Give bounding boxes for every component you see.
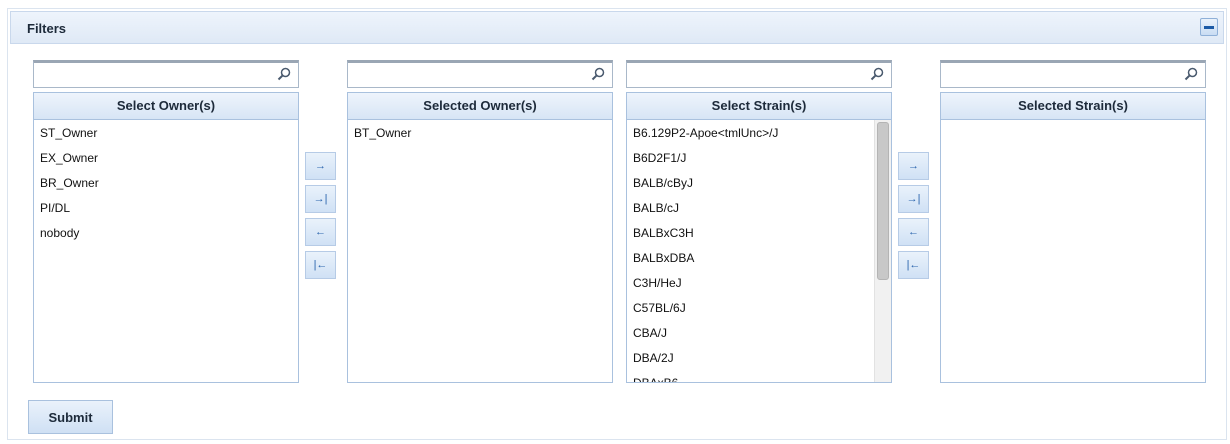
- list-item[interactable]: BT_Owner: [348, 121, 612, 146]
- move-left-button[interactable]: ←: [898, 218, 929, 246]
- scroll-thumb[interactable]: [877, 122, 889, 280]
- move-left-button[interactable]: ←: [305, 218, 336, 246]
- move-right-button[interactable]: →: [305, 152, 336, 180]
- strain-selected-search-input[interactable]: [941, 63, 1189, 86]
- list-item[interactable]: BR_Owner: [34, 171, 298, 196]
- list-item[interactable]: B6D2F1/J: [627, 146, 891, 171]
- list-item[interactable]: CBA/J: [627, 321, 891, 346]
- list-item[interactable]: C3H/HeJ: [627, 271, 891, 296]
- owner-transfer-buttons: → →| ← |←: [305, 152, 337, 284]
- move-all-left-button[interactable]: |←: [305, 251, 336, 279]
- owner-select-list[interactable]: ST_Owner EX_Owner BR_Owner PI/DL nobody: [33, 120, 299, 383]
- strain-selected-header: Selected Strain(s): [940, 92, 1206, 120]
- owner-selected-list[interactable]: BT_Owner: [347, 120, 613, 383]
- strain-select-header: Select Strain(s): [626, 92, 892, 120]
- list-item[interactable]: BALBxDBA: [627, 246, 891, 271]
- panel-title: Filters: [27, 21, 67, 36]
- strain-selected-list[interactable]: [940, 120, 1206, 383]
- strain-selected-box: Selected Strain(s): [940, 60, 1206, 383]
- list-item[interactable]: BALB/cByJ: [627, 171, 891, 196]
- panel-header: Filters: [10, 11, 1224, 44]
- submit-button[interactable]: Submit: [28, 400, 113, 434]
- list-item[interactable]: BALBxC3H: [627, 221, 891, 246]
- owner-select-box: Select Owner(s) ST_Owner EX_Owner BR_Own…: [33, 60, 299, 383]
- list-item[interactable]: nobody: [34, 221, 298, 246]
- list-item[interactable]: PI/DL: [34, 196, 298, 221]
- owner-selected-search: [347, 60, 613, 88]
- search-icon[interactable]: [1184, 67, 1198, 81]
- owner-selected-box: Selected Owner(s) BT_Owner: [347, 60, 613, 383]
- list-item[interactable]: DBAxB6: [627, 371, 891, 382]
- list-item[interactable]: BALB/cJ: [627, 196, 891, 221]
- list-item[interactable]: C57BL/6J: [627, 296, 891, 321]
- list-item[interactable]: B6.129P2-Apoe<tmlUnc>/J: [627, 121, 891, 146]
- move-all-left-button[interactable]: |←: [898, 251, 929, 279]
- strain-transfer-buttons: → →| ← |←: [898, 152, 930, 284]
- strain-select-list[interactable]: B6.129P2-Apoe<tmlUnc>/J B6D2F1/J BALB/cB…: [626, 120, 892, 383]
- list-item[interactable]: ST_Owner: [34, 121, 298, 146]
- strain-select-search: [626, 60, 892, 88]
- owner-selected-search-input[interactable]: [348, 63, 596, 86]
- strain-select-search-input[interactable]: [627, 63, 875, 86]
- search-icon[interactable]: [591, 67, 605, 81]
- strain-select-box: Select Strain(s) B6.129P2-Apoe<tmlUnc>/J…: [626, 60, 892, 383]
- move-all-right-button[interactable]: →|: [305, 185, 336, 213]
- strain-selected-search: [940, 60, 1206, 88]
- move-all-right-button[interactable]: →|: [898, 185, 929, 213]
- owner-select-search: [33, 60, 299, 88]
- collapse-button[interactable]: [1200, 18, 1218, 36]
- search-icon[interactable]: [870, 67, 884, 81]
- owner-select-header: Select Owner(s): [33, 92, 299, 120]
- move-right-button[interactable]: →: [898, 152, 929, 180]
- list-item[interactable]: DBA/2J: [627, 346, 891, 371]
- search-icon[interactable]: [277, 67, 291, 81]
- owner-select-search-input[interactable]: [34, 63, 282, 86]
- strain-list-scrollbar[interactable]: [874, 120, 891, 382]
- list-item[interactable]: EX_Owner: [34, 146, 298, 171]
- minus-icon: [1204, 26, 1214, 29]
- owner-selected-header: Selected Owner(s): [347, 92, 613, 120]
